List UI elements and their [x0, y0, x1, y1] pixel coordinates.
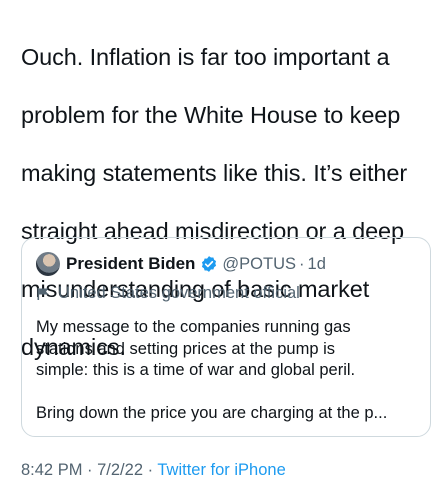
affiliation-label: United States government official — [36, 284, 300, 303]
verified-badge-icon — [202, 256, 217, 272]
separator-dot: · — [299, 254, 305, 273]
meta-separator: · — [82, 461, 98, 479]
quoted-tweet-header: President Biden @POTUS · 1d — [36, 251, 326, 277]
quoted-tweet-text: My message to the companies running gas … — [36, 317, 416, 436]
quoted-tweet-card[interactable]: President Biden @POTUS · 1d United State… — [21, 237, 431, 437]
quoted-paragraph: Bring down the price you are charging at… — [36, 403, 416, 425]
quoted-tweet-age[interactable]: 1d — [308, 255, 326, 274]
affiliation-text: United States government official — [58, 284, 300, 302]
tweet-text-line: problem for the White House to keep — [21, 102, 401, 128]
tweet-text-line: making statements like this. It’s either — [21, 160, 408, 186]
tweet-source-link[interactable]: Twitter for iPhone — [157, 461, 285, 479]
tweet-time[interactable]: 8:42 PM — [21, 461, 82, 479]
flag-icon — [37, 287, 49, 300]
quoted-text-line: My message to the companies running gas — [36, 318, 351, 336]
quoted-author-name[interactable]: President Biden — [66, 254, 195, 274]
quoted-text-line: simple: this is a time of war and global… — [36, 361, 356, 379]
quoted-author-handle[interactable]: @POTUS — [222, 255, 296, 274]
avatar[interactable] — [36, 252, 60, 276]
quoted-paragraph: My message to the companies running gas … — [36, 317, 416, 382]
tweet-date[interactable]: 7/2/22 — [97, 461, 143, 479]
meta-separator: · — [143, 461, 158, 479]
tweet-metadata: 8:42 PM · 7/2/22 · Twitter for iPhone — [21, 461, 286, 480]
quoted-text-line: Bring down the price you are charging at… — [36, 403, 388, 422]
quoted-text-line: stations and setting prices at the pump … — [36, 339, 335, 358]
tweet-text-line: Ouch. Inflation is far too important a — [21, 44, 390, 70]
